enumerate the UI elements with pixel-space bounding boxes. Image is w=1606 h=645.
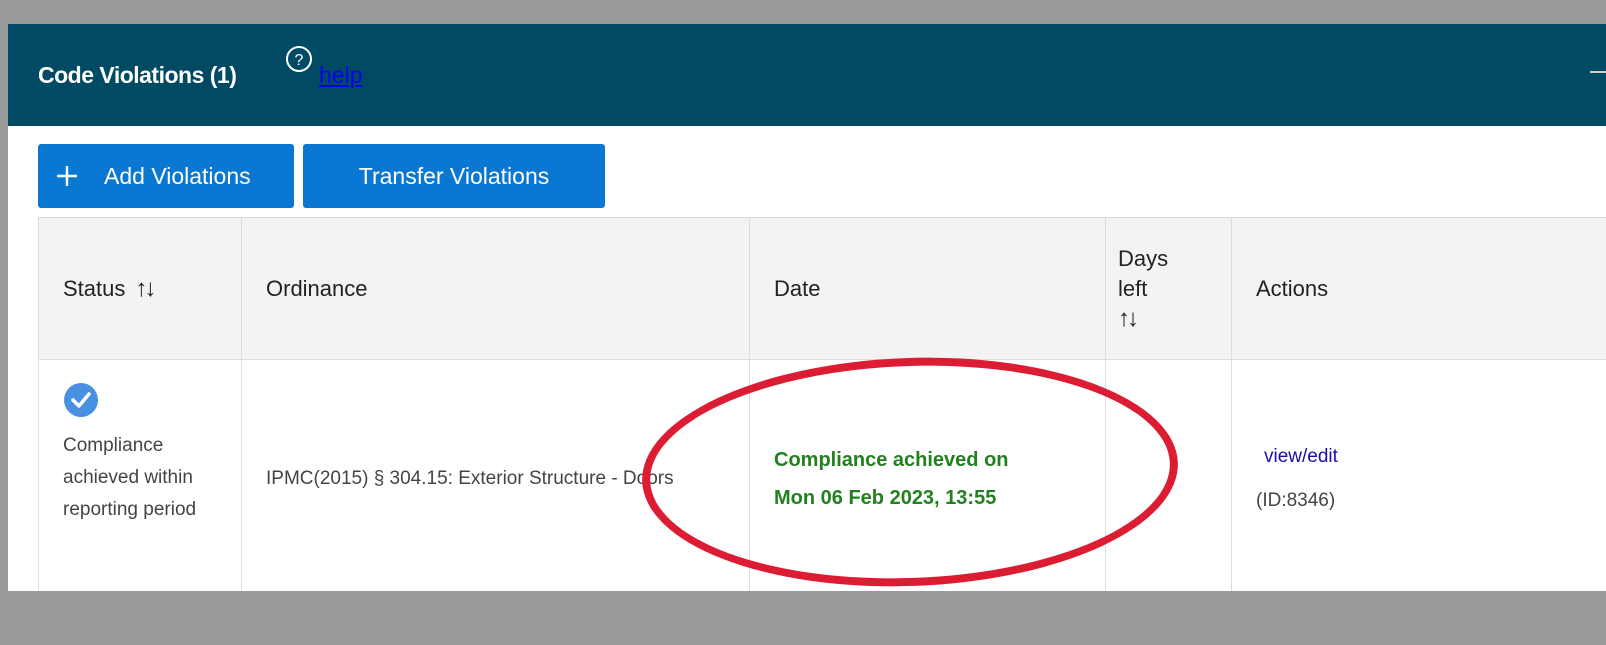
column-header-ordinance: Ordinance [241,217,750,360]
help-link[interactable]: help [319,62,362,89]
sort-arrows-icon[interactable]: ↑↓ [1118,304,1139,334]
days-left-header-label: Days left [1118,245,1169,301]
date-cell: Compliance achieved on Mon 06 Feb 2023, … [749,359,1106,599]
table-header-row: Status ↑↓ Ordinance Date Days left ↑↓ Acti… [38,217,1606,360]
date-header-label: Date [774,275,821,301]
transfer-violations-label: Transfer Violations [358,162,550,189]
plus-icon [57,166,77,186]
ordinance-cell: IPMC(2015) § 304.15: Exterior Structure … [241,359,750,599]
status-cell: Compliance achieved within reporting per… [38,359,242,599]
status-header-label: Status [63,275,126,301]
add-violations-label: Add Violations [104,162,251,189]
actions-cell: view/edit (ID:8346) [1231,359,1606,599]
column-header-days-left[interactable]: Days left ↑↓ [1105,217,1232,360]
sort-arrows-icon[interactable]: ↑↓ [135,275,156,303]
column-header-date: Date [749,217,1106,360]
ordinance-text: IPMC(2015) § 304.15: Exterior Structure … [266,468,674,489]
violations-table: Status ↑↓ Ordinance Date Days left ↑↓ Acti… [38,217,1606,599]
view-edit-link[interactable]: view/edit [1264,441,1606,473]
days-left-cell [1105,359,1232,599]
ordinance-header-label: Ordinance [266,275,368,301]
status-text: Compliance achieved within reporting per… [63,435,197,520]
help-circle-icon[interactable]: ? [284,44,314,74]
violation-id: (ID:8346) [1256,490,1336,511]
panel-title: Code Violations (1) [38,62,237,88]
table-row: Compliance achieved within reporting per… [38,359,1606,599]
actions-header-label: Actions [1256,275,1329,301]
compliance-date-line1: Compliance achieved on [774,449,1009,471]
compliance-date-line2: Mon 06 Feb 2023, 13:55 [774,487,997,509]
collapse-icon[interactable] [1590,71,1606,73]
bottom-bar [0,591,1606,645]
check-circle-icon [64,383,98,417]
transfer-violations-button[interactable]: Transfer Violations [303,144,605,208]
column-header-status[interactable]: Status ↑↓ [38,217,242,360]
column-header-actions: Actions [1231,217,1606,360]
panel-header: Code Violations (1) ? help [8,24,1606,126]
svg-text:?: ? [295,52,304,69]
add-violations-button[interactable]: Add Violations [38,144,294,208]
code-violations-panel: Code Violations (1) ? help Add Violation… [8,24,1606,599]
